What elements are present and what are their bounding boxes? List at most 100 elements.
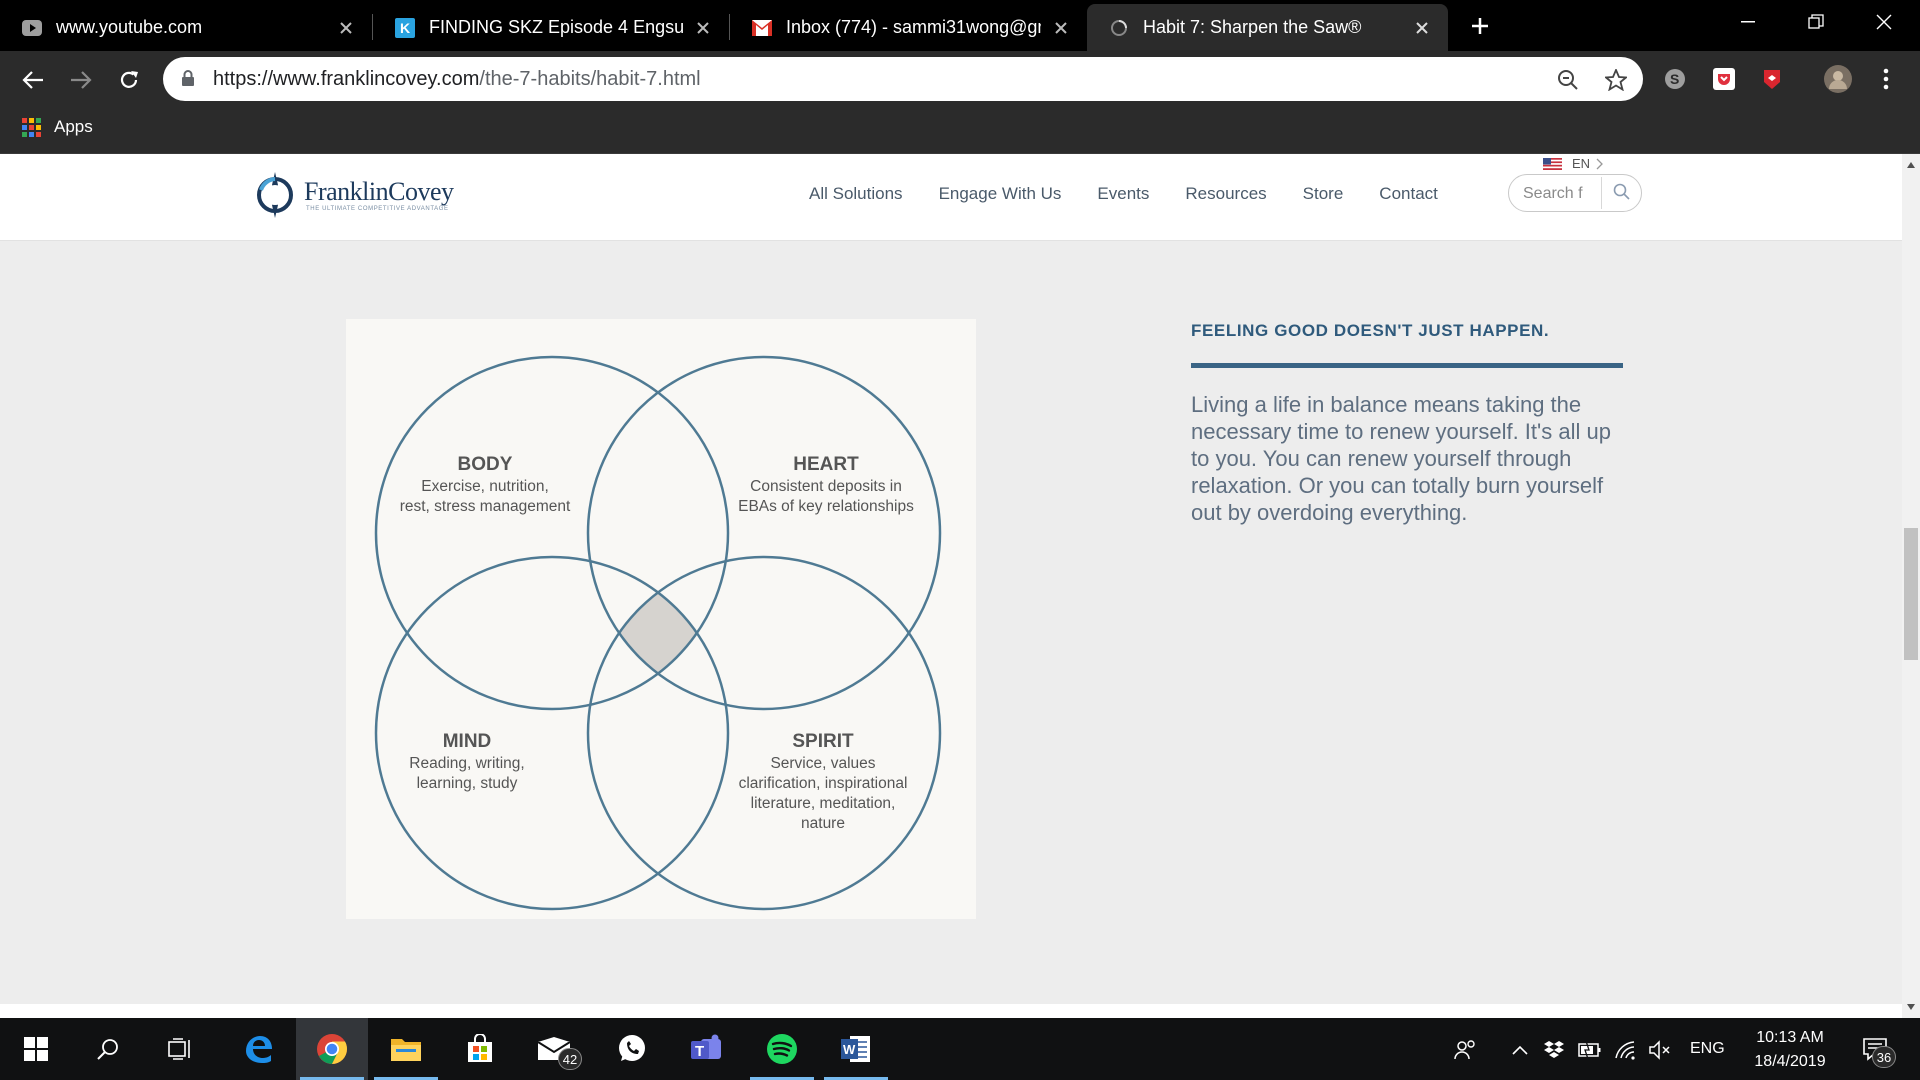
url-path: /the-7-habits/habit-7.html: [479, 68, 701, 90]
new-tab-button[interactable]: [1466, 12, 1494, 40]
skype-extension-icon[interactable]: S: [1661, 65, 1689, 93]
dropbox-icon[interactable]: [1542, 1038, 1566, 1062]
system-clock[interactable]: 10:13 AM 18/4/2019: [1740, 1026, 1840, 1074]
tab-gmail-inbox[interactable]: Inbox (774) - sammi31wong@gm: [730, 4, 1087, 51]
chevron-up-icon[interactable]: [1508, 1038, 1532, 1062]
scroll-down-arrow-icon[interactable]: [1907, 1004, 1915, 1010]
edge-icon: [246, 1036, 272, 1063]
close-icon: [1876, 14, 1892, 30]
franklincovey-logo[interactable]: FranklinCovey THE ULTIMATE COMPETITIVE A…: [252, 168, 454, 222]
venn-spirit-desc-1: Service, values: [770, 755, 875, 772]
red-extension-icon[interactable]: [1758, 65, 1786, 93]
back-button[interactable]: [18, 65, 48, 95]
svg-text:S: S: [1670, 71, 1679, 87]
profile-avatar[interactable]: [1824, 65, 1852, 93]
venn-heart-desc-1: Consistent deposits in: [750, 478, 902, 495]
tab-habit-7[interactable]: Habit 7: Sharpen the Saw®: [1087, 4, 1448, 51]
start-button[interactable]: [0, 1018, 72, 1080]
bookmark-star-icon[interactable]: [1603, 67, 1629, 93]
clock-date: 18/4/2019: [1754, 1053, 1826, 1070]
minimize-button[interactable]: [1716, 0, 1780, 44]
search-button[interactable]: [72, 1018, 144, 1080]
apps-label: Apps: [54, 117, 93, 136]
site-search-box[interactable]: Search f: [1508, 174, 1642, 212]
word-app[interactable]: W: [820, 1018, 892, 1080]
vertical-scrollbar[interactable]: [1902, 154, 1920, 1018]
close-tab-icon[interactable]: [334, 16, 358, 40]
address-bar[interactable]: https://www.franklincovey.com/the-7-habi…: [163, 57, 1643, 101]
task-view-button[interactable]: [144, 1018, 216, 1080]
battery-icon[interactable]: [1578, 1038, 1602, 1062]
zoom-icon[interactable]: [1555, 67, 1581, 93]
close-window-button[interactable]: [1852, 0, 1916, 44]
file-explorer-app[interactable]: [370, 1018, 442, 1080]
task-view-icon: [168, 1038, 190, 1060]
close-tab-icon[interactable]: [691, 16, 715, 40]
browser-toolbar: https://www.franklincovey.com/the-7-habi…: [0, 51, 1920, 107]
whatsapp-app[interactable]: [596, 1018, 668, 1080]
teams-icon: T: [691, 1034, 721, 1060]
tab-title: Inbox (774) - sammi31wong@gm: [786, 17, 1041, 37]
nav-all-solutions[interactable]: All Solutions: [809, 184, 903, 204]
clock-time: 10:13 AM: [1756, 1029, 1824, 1046]
venn-spirit-desc-2: clarification, inspirational: [739, 775, 908, 792]
action-center-icon[interactable]: 36: [1858, 1034, 1896, 1068]
microsoft-store-app[interactable]: [444, 1018, 516, 1080]
search-divider: [1601, 177, 1602, 209]
nav-resources[interactable]: Resources: [1185, 184, 1266, 204]
arrow-left-icon: [22, 71, 43, 89]
tab-finding-skz[interactable]: K FINDING SKZ Episode 4 Engsub |: [373, 4, 729, 51]
url-host: https://www.franklincovey.com: [213, 68, 480, 90]
restore-button[interactable]: [1784, 0, 1848, 44]
restore-icon: [1808, 14, 1824, 29]
scrollbar-thumb[interactable]: [1904, 528, 1918, 660]
venn-diagram: BODY Exercise, nutrition, rest, stress m…: [346, 319, 976, 919]
search-icon[interactable]: [1613, 183, 1631, 206]
menu-kebab-icon[interactable]: [1872, 65, 1900, 93]
tab-title: www.youtube.com: [56, 17, 203, 37]
mail-unread-badge: 42: [558, 1048, 582, 1070]
edge-app[interactable]: [222, 1018, 294, 1080]
wifi-icon[interactable]: [1614, 1038, 1638, 1062]
venn-body-desc-1: Exercise, nutrition,: [421, 478, 549, 495]
venn-body-desc-2: rest, stress management: [400, 498, 571, 515]
close-tab-icon[interactable]: [1049, 16, 1073, 40]
reload-button[interactable]: [114, 65, 144, 95]
nav-store[interactable]: Store: [1303, 184, 1344, 204]
svg-text:K: K: [400, 20, 410, 36]
pocket-extension-icon[interactable]: [1710, 65, 1738, 93]
nav-events[interactable]: Events: [1097, 184, 1149, 204]
notification-count-badge: 36: [1872, 1046, 1896, 1068]
apps-bookmark[interactable]: Apps: [22, 117, 93, 137]
teams-app[interactable]: T: [670, 1018, 742, 1080]
web-page: FranklinCovey THE ULTIMATE COMPETITIVE A…: [0, 154, 1902, 1004]
logo-tagline: THE ULTIMATE COMPETITIVE ADVANTAGE: [306, 206, 449, 212]
chrome-app[interactable]: [296, 1018, 368, 1080]
mail-app[interactable]: 42: [518, 1018, 590, 1080]
venn-mind-desc-1: Reading, writing,: [409, 755, 524, 772]
search-input[interactable]: Search f: [1523, 185, 1585, 203]
people-icon[interactable]: [1454, 1038, 1478, 1062]
lock-icon[interactable]: [181, 69, 195, 92]
loading-icon: [1109, 18, 1129, 38]
scroll-up-arrow-icon[interactable]: [1907, 162, 1915, 168]
tab-youtube[interactable]: www.youtube.com: [0, 4, 372, 51]
store-bag-icon: [468, 1034, 492, 1062]
url-text[interactable]: https://www.franklincovey.com/the-7-habi…: [213, 68, 701, 91]
compass-logo-icon: [257, 172, 293, 218]
gmail-icon: [752, 18, 772, 38]
word-icon: W: [841, 1036, 870, 1062]
language-code: EN: [1572, 156, 1591, 171]
chrome-icon: [317, 1034, 347, 1064]
language-selector[interactable]: EN: [1543, 156, 1604, 171]
volume-muted-icon[interactable]: [1648, 1038, 1672, 1062]
main-nav: All Solutions Engage With Us Events Reso…: [809, 184, 1474, 204]
section-body-text: Living a life in balance means taking th…: [1191, 392, 1611, 525]
nav-engage-with-us[interactable]: Engage With Us: [939, 184, 1062, 204]
venn-heart-desc-2: EBAs of key relationships: [738, 498, 914, 515]
spotify-app[interactable]: [746, 1018, 818, 1080]
close-tab-icon[interactable]: [1410, 16, 1434, 40]
input-language[interactable]: ENG: [1690, 1040, 1725, 1058]
forward-button[interactable]: [66, 65, 96, 95]
nav-contact[interactable]: Contact: [1379, 184, 1438, 204]
